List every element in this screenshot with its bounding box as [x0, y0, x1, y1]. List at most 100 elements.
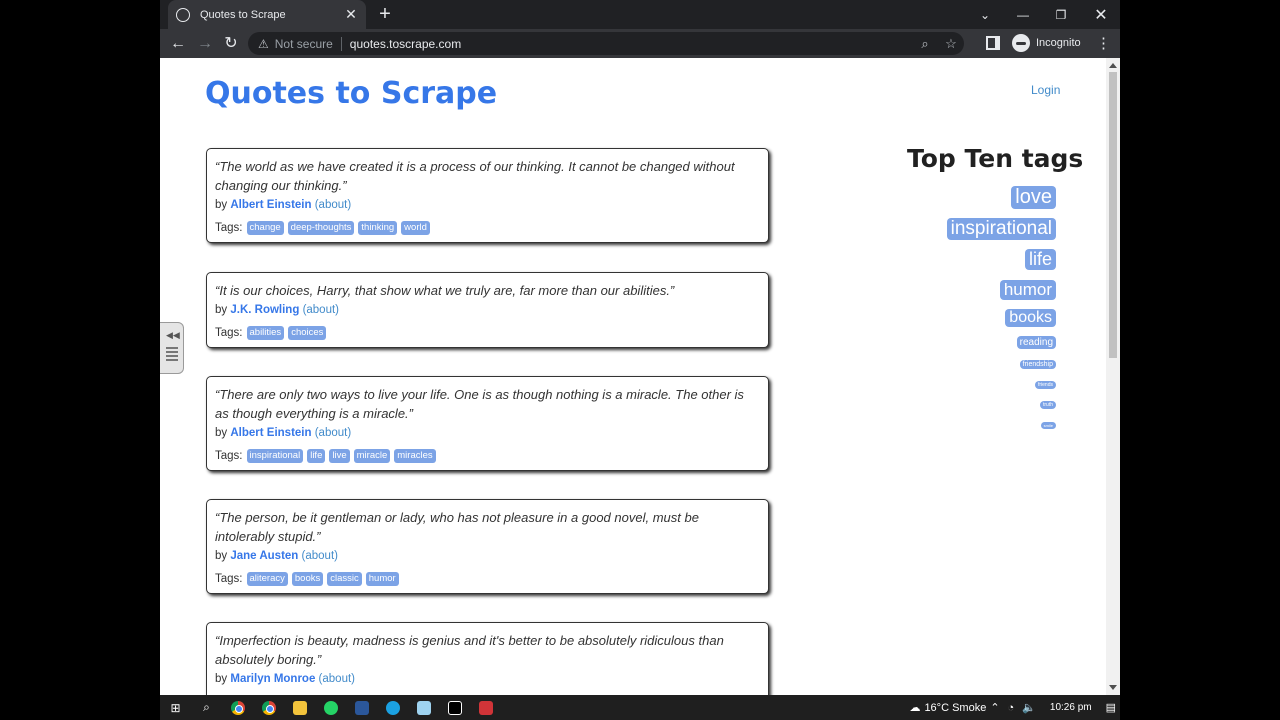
quote-text: “Imperfection is beauty, madness is geni… — [215, 633, 724, 667]
side-panel-icon[interactable] — [986, 36, 1000, 50]
tag-link[interactable]: miracles — [394, 449, 436, 463]
quote-byline: by Albert Einstein (about) — [215, 199, 760, 211]
tag-link[interactable]: inspirational — [246, 449, 304, 463]
security-label: Not secure — [274, 36, 333, 51]
tags-label: Tags: — [215, 222, 243, 234]
about-link[interactable]: (about) — [302, 550, 338, 562]
word-icon[interactable] — [346, 695, 377, 720]
by-label: by — [215, 199, 228, 211]
star-icon[interactable]: ☆ — [938, 36, 964, 52]
quote-card: “The world as we have created it is a pr… — [206, 148, 769, 243]
tag-link[interactable]: deep-thoughts — [287, 221, 355, 235]
tags-label: Tags: — [215, 573, 243, 585]
minimize-button[interactable]: — — [1004, 0, 1042, 29]
address-bar[interactable]: ⚠ Not secure quotes.toscrape.com ⌕ ☆ — [248, 32, 964, 55]
tag-link[interactable]: change — [246, 221, 284, 235]
chevron-up-icon[interactable]: ⌃ — [990, 701, 999, 714]
rewind-icon: ◀◀ — [166, 330, 180, 340]
quote-byline: by Albert Einstein (about) — [215, 427, 760, 439]
snipping-tool-icon[interactable] — [470, 695, 501, 720]
top-tag-love[interactable]: love — [1011, 186, 1056, 209]
quote-card: “Imperfection is beauty, madness is geni… — [206, 622, 769, 695]
reload-button[interactable]: ↻ — [221, 34, 241, 54]
tab-close-icon[interactable]: ✕ — [344, 6, 358, 23]
whatsapp-icon[interactable] — [315, 695, 346, 720]
tag-link[interactable]: thinking — [358, 221, 398, 235]
quote-byline: by J.K. Rowling (about) — [215, 304, 760, 316]
author-name: Jane Austen — [230, 550, 299, 562]
forward-button[interactable]: → — [195, 34, 215, 54]
top-tag-smile[interactable]: smile — [1040, 422, 1056, 429]
chrome-incognito-icon[interactable] — [253, 695, 284, 720]
top-tag-inspirational[interactable]: inspirational — [946, 218, 1056, 240]
windows-start-icon[interactable]: ⊞ — [160, 695, 191, 720]
notifications-icon[interactable]: ▤ — [1106, 701, 1116, 714]
page-title[interactable]: Quotes to Scrape — [205, 76, 497, 111]
top-tag-books[interactable]: books — [1005, 309, 1056, 327]
quote-byline: by Jane Austen (about) — [215, 550, 760, 562]
quote-card: “The person, be it gentleman or lady, wh… — [206, 499, 769, 594]
tag-link[interactable]: abilities — [246, 326, 285, 340]
quote-text: “The person, be it gentleman or lady, wh… — [215, 510, 699, 544]
pycharm-icon[interactable] — [439, 695, 470, 720]
tab-quotes[interactable]: Quotes to Scrape ✕ — [168, 0, 366, 29]
top-tag-humor[interactable]: humor — [999, 280, 1056, 300]
close-window-button[interactable]: ✕ — [1082, 0, 1120, 29]
quote-byline: by Marilyn Monroe (about) — [215, 673, 760, 685]
login-link[interactable]: Login — [1031, 83, 1060, 97]
tag-link[interactable]: choices — [288, 326, 327, 340]
top-tag-reading[interactable]: reading — [1016, 336, 1056, 349]
tag-link[interactable]: live — [329, 449, 350, 463]
tag-link[interactable]: miracle — [353, 449, 391, 463]
tab-title: Quotes to Scrape — [200, 8, 286, 21]
zoom-search-icon[interactable]: ⌕ — [912, 36, 938, 52]
side-drawer-handle[interactable]: ◀◀ — [160, 322, 184, 374]
notepad-icon[interactable] — [408, 695, 439, 720]
top-tag-friendship[interactable]: friendship — [1019, 360, 1056, 369]
vertical-scrollbar[interactable] — [1106, 58, 1120, 695]
quote-card: “There are only two ways to live your li… — [206, 376, 769, 471]
about-link[interactable]: (about) — [303, 304, 339, 316]
clock[interactable]: 10:26 pm — [1050, 702, 1092, 713]
scrollbar-thumb[interactable] — [1109, 72, 1117, 358]
edge-icon[interactable] — [377, 695, 408, 720]
by-label: by — [215, 673, 228, 685]
search-icon[interactable]: ⌕ — [191, 695, 222, 720]
weather-text[interactable]: 16°C Smoke — [924, 702, 986, 714]
new-tab-button[interactable]: + — [375, 3, 395, 25]
more-menu-icon[interactable]: ⋮ — [1096, 34, 1111, 52]
weather-icon: ☁ — [909, 702, 921, 714]
scroll-up-arrow-icon[interactable] — [1109, 63, 1117, 68]
about-link[interactable]: (about) — [315, 199, 351, 211]
chrome-icon[interactable] — [222, 695, 253, 720]
tags-label: Tags: — [215, 450, 243, 462]
profile-label: Incognito — [1036, 37, 1081, 49]
about-link[interactable]: (about) — [319, 673, 355, 685]
tags-label: Tags: — [215, 327, 243, 339]
chevron-down-icon[interactable]: ⌄ — [966, 0, 1004, 29]
top-tag-truth[interactable]: truth — [1039, 401, 1056, 409]
quote-tags: Tags: change deep-thoughts thinking worl… — [215, 221, 760, 235]
tag-link[interactable]: world — [401, 221, 430, 235]
by-label: by — [215, 550, 228, 562]
url-text[interactable]: quotes.toscrape.com — [350, 37, 912, 51]
tab-strip: Quotes to Scrape ✕ + ⌄ — ❐ ✕ — [160, 0, 1120, 29]
author-name: J.K. Rowling — [230, 304, 300, 316]
top-tags-heading: Top Ten tags — [907, 144, 1084, 173]
tag-link[interactable]: classic — [327, 572, 362, 586]
tag-link[interactable]: aliteracy — [246, 572, 288, 586]
tag-link[interactable]: life — [307, 449, 326, 463]
tag-link[interactable]: humor — [365, 572, 399, 586]
tag-link[interactable]: books — [291, 572, 324, 586]
volume-icon[interactable]: 🔈 — [1022, 701, 1036, 714]
warning-icon: ⚠ — [258, 36, 269, 51]
restore-button[interactable]: ❐ — [1042, 0, 1080, 29]
about-link[interactable]: (about) — [315, 427, 351, 439]
author-name: Albert Einstein — [230, 199, 312, 211]
file-explorer-icon[interactable] — [284, 695, 315, 720]
incognito-profile[interactable]: Incognito — [1012, 34, 1081, 52]
back-button[interactable]: ← — [168, 34, 188, 54]
top-tag-friends[interactable]: friends — [1034, 381, 1056, 389]
top-tag-life[interactable]: life — [1024, 249, 1056, 270]
scroll-down-arrow-icon[interactable] — [1109, 685, 1117, 690]
